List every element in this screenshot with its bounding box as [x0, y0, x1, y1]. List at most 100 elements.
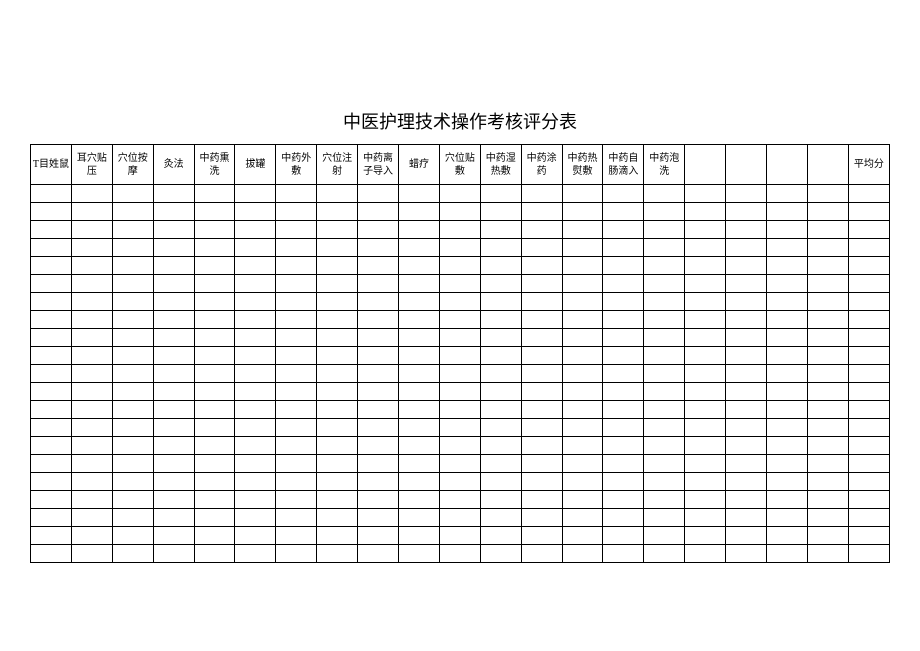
table-cell — [603, 383, 644, 401]
table-cell — [71, 347, 112, 365]
table-cell — [562, 203, 603, 221]
table-cell — [767, 329, 808, 347]
table-cell — [317, 365, 358, 383]
table-cell — [317, 491, 358, 509]
table-cell — [807, 455, 848, 473]
table-cell — [194, 221, 235, 239]
table-cell — [726, 527, 767, 545]
table-cell — [439, 383, 480, 401]
table-cell — [767, 203, 808, 221]
table-cell — [317, 275, 358, 293]
table-cell — [399, 203, 440, 221]
table-cell — [399, 473, 440, 491]
table-cell — [276, 293, 317, 311]
table-cell — [644, 365, 685, 383]
table-cell — [276, 221, 317, 239]
table-cell — [399, 257, 440, 275]
table-cell — [685, 311, 726, 329]
table-wrapper: T目姓鼠 耳穴贴压 穴位按摩 灸法 中药熏洗 拔罐 中药外敷 穴位注射 中药离子… — [0, 144, 920, 563]
table-cell — [807, 437, 848, 455]
table-cell — [603, 419, 644, 437]
table-cell — [317, 437, 358, 455]
table-cell — [480, 401, 521, 419]
table-cell — [194, 329, 235, 347]
table-cell — [521, 491, 562, 509]
table-cell — [603, 275, 644, 293]
table-cell — [194, 437, 235, 455]
table-cell — [562, 275, 603, 293]
header-cell: 中药涂药 — [521, 145, 562, 185]
table-cell — [848, 491, 889, 509]
table-cell — [153, 419, 194, 437]
header-cell: 穴位按摩 — [112, 145, 153, 185]
table-cell — [726, 347, 767, 365]
table-cell — [71, 455, 112, 473]
table-cell — [358, 437, 399, 455]
table-cell — [112, 419, 153, 437]
table-cell — [685, 491, 726, 509]
table-cell — [439, 347, 480, 365]
table-cell — [31, 293, 72, 311]
table-cell — [685, 545, 726, 563]
header-cell: 穴位注射 — [317, 145, 358, 185]
table-cell — [480, 203, 521, 221]
table-cell — [153, 527, 194, 545]
table-cell — [807, 257, 848, 275]
header-cell: 蜡疗 — [399, 145, 440, 185]
table-cell — [603, 437, 644, 455]
table-cell — [399, 527, 440, 545]
table-row — [31, 329, 890, 347]
table-cell — [71, 293, 112, 311]
table-cell — [562, 383, 603, 401]
table-cell — [726, 473, 767, 491]
table-cell — [439, 401, 480, 419]
header-cell: 中药外敷 — [276, 145, 317, 185]
table-cell — [71, 185, 112, 203]
table-cell — [848, 545, 889, 563]
table-row — [31, 347, 890, 365]
table-cell — [439, 329, 480, 347]
table-cell — [603, 311, 644, 329]
table-row — [31, 257, 890, 275]
header-cell: 耳穴贴压 — [71, 145, 112, 185]
table-cell — [767, 419, 808, 437]
table-cell — [685, 293, 726, 311]
table-cell — [276, 203, 317, 221]
table-cell — [194, 383, 235, 401]
header-cell: 中药热熨敷 — [562, 145, 603, 185]
table-cell — [112, 275, 153, 293]
table-cell — [726, 203, 767, 221]
table-cell — [31, 401, 72, 419]
table-cell — [153, 455, 194, 473]
table-cell — [112, 509, 153, 527]
table-cell — [767, 509, 808, 527]
table-cell — [31, 545, 72, 563]
table-cell — [399, 329, 440, 347]
table-cell — [726, 293, 767, 311]
table-cell — [726, 509, 767, 527]
table-cell — [767, 293, 808, 311]
header-cell — [685, 145, 726, 185]
table-cell — [153, 185, 194, 203]
table-cell — [276, 185, 317, 203]
table-cell — [112, 491, 153, 509]
table-cell — [562, 437, 603, 455]
table-cell — [153, 275, 194, 293]
table-cell — [317, 383, 358, 401]
table-cell — [112, 527, 153, 545]
table-cell — [358, 419, 399, 437]
table-cell — [71, 509, 112, 527]
table-cell — [480, 383, 521, 401]
table-cell — [399, 545, 440, 563]
table-cell — [480, 239, 521, 257]
table-cell — [194, 527, 235, 545]
table-cell — [235, 527, 276, 545]
table-cell — [685, 509, 726, 527]
table-cell — [235, 257, 276, 275]
table-cell — [807, 473, 848, 491]
table-cell — [71, 437, 112, 455]
table-cell — [726, 221, 767, 239]
table-cell — [31, 509, 72, 527]
table-cell — [235, 239, 276, 257]
table-cell — [521, 203, 562, 221]
